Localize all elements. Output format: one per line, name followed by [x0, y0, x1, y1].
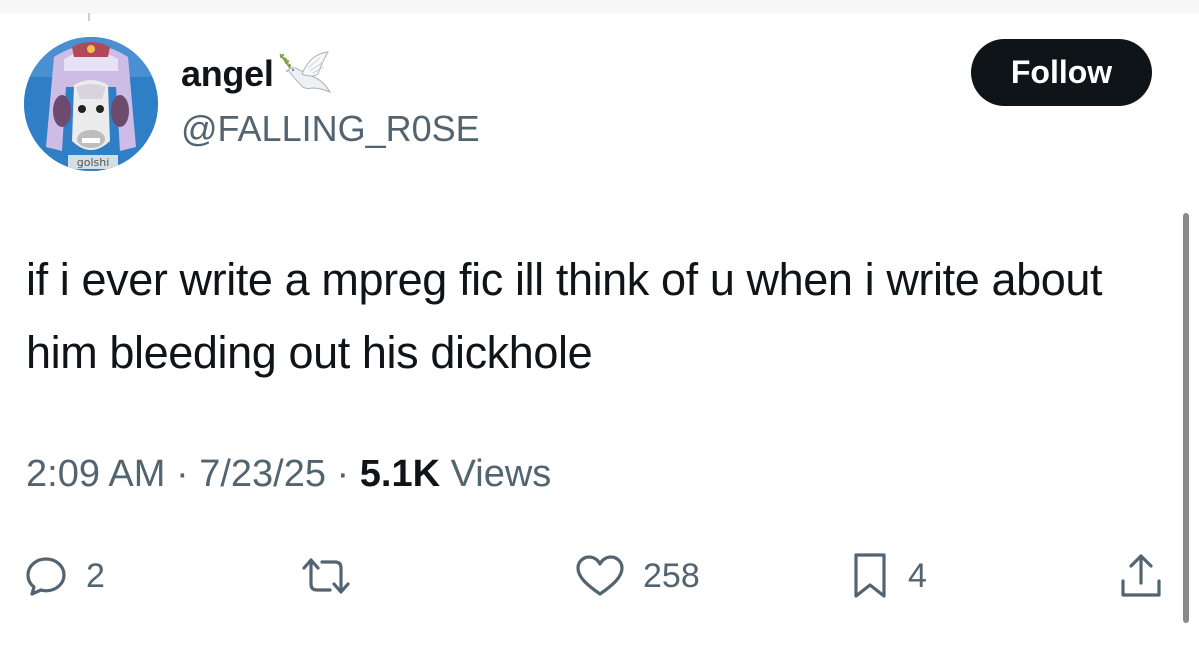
reply-button[interactable]: 2: [24, 548, 105, 604]
tweet-text: if i ever write a mpreg fic ill think of…: [26, 254, 1103, 378]
share-button[interactable]: [1119, 548, 1163, 604]
repost-button[interactable]: [298, 548, 372, 604]
reply-count: 2: [86, 556, 105, 595]
author-handle[interactable]: @FALLING_R0SE: [181, 108, 480, 150]
top-edge-strip: [0, 0, 1199, 14]
bookmark-icon: [854, 553, 886, 598]
views-label: Views: [450, 453, 552, 495]
meta-separator: ·: [165, 453, 200, 495]
top-edge-tick: [88, 13, 90, 21]
bookmark-count: 4: [908, 556, 927, 595]
meta-separator: ·: [326, 453, 360, 495]
reply-bubble-icon: [26, 557, 66, 596]
bookmark-button[interactable]: 4: [850, 548, 927, 604]
repost-icon: [302, 558, 350, 594]
avatar-caption: golshi: [77, 156, 110, 169]
like-count: 258: [643, 556, 700, 595]
tweet-date[interactable]: 7/23/25: [199, 453, 326, 495]
author-name-row[interactable]: angel: [181, 48, 336, 100]
tweet-time[interactable]: 2:09 AM: [26, 453, 165, 495]
display-name[interactable]: angel: [181, 53, 274, 95]
like-button[interactable]: 258: [575, 548, 700, 604]
follow-button[interactable]: Follow: [971, 39, 1152, 106]
views-count: 5.1K: [359, 453, 441, 495]
tweet-meta: 2:09 AM · 7/23/25 · 5.1K Views: [26, 453, 551, 496]
scrollbar[interactable]: [1183, 213, 1189, 623]
avatar[interactable]: golshi: [24, 37, 158, 171]
heart-icon: [576, 555, 624, 596]
avatar-image: golshi: [24, 37, 158, 171]
share-upload-icon: [1121, 554, 1161, 597]
dove-icon: [278, 51, 331, 94]
